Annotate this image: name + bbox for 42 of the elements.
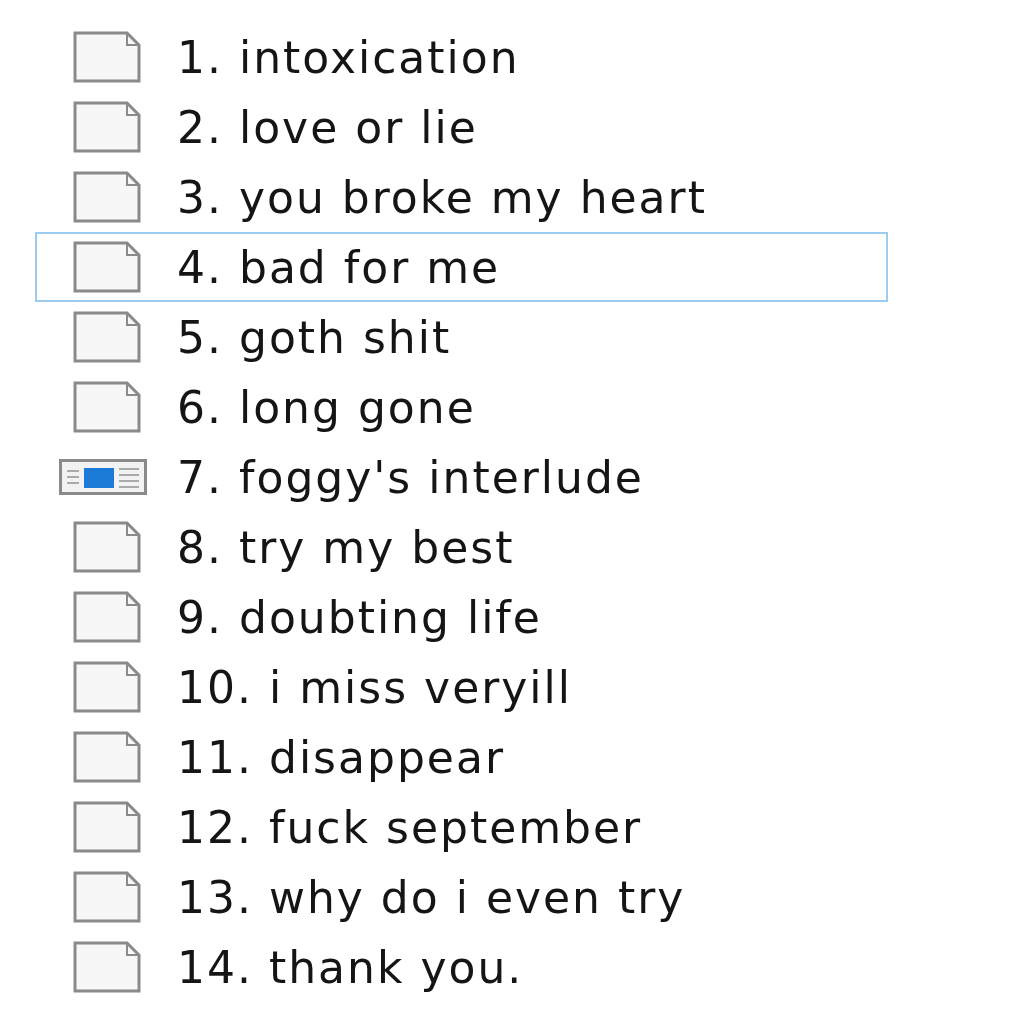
file-row[interactable]: 5. goth shit	[35, 302, 888, 372]
file-name: 3. you broke my heart	[177, 171, 707, 223]
document-icon	[73, 731, 141, 783]
file-row[interactable]: 3. you broke my heart	[35, 162, 888, 232]
file-name: 5. goth shit	[177, 311, 452, 363]
file-name: 6. long gone	[177, 381, 476, 433]
document-icon	[73, 311, 141, 363]
window-icon	[59, 459, 147, 495]
document-icon	[73, 31, 141, 83]
file-name: 1. intoxication	[177, 31, 520, 83]
file-row[interactable]: 4. bad for me	[35, 232, 888, 302]
file-name: 10. i miss veryill	[177, 661, 572, 713]
document-icon	[73, 171, 141, 223]
file-row[interactable]: 12. fuck september	[35, 792, 888, 862]
document-icon	[73, 591, 141, 643]
file-row[interactable]: 10. i miss veryill	[35, 652, 888, 722]
file-row[interactable]: 8. try my best	[35, 512, 888, 582]
file-row[interactable]: 1. intoxication	[35, 22, 888, 92]
document-icon	[73, 241, 141, 293]
document-icon	[73, 801, 141, 853]
file-row[interactable]: 11. disappear	[35, 722, 888, 792]
file-name: 7. foggy's interlude	[177, 451, 644, 503]
file-name: 11. disappear	[177, 731, 505, 783]
file-name: 14. thank you.	[177, 941, 524, 993]
document-icon	[73, 101, 141, 153]
file-row[interactable]: 9. doubting life	[35, 582, 888, 652]
document-icon	[73, 661, 141, 713]
document-icon	[73, 941, 141, 993]
document-icon	[73, 521, 141, 573]
file-row[interactable]: 6. long gone	[35, 372, 888, 442]
file-row[interactable]: 2. love or lie	[35, 92, 888, 162]
file-name: 4. bad for me	[177, 241, 501, 293]
file-name: 9. doubting life	[177, 591, 542, 643]
file-name: 13. why do i even try	[177, 871, 686, 923]
file-name: 12. fuck september	[177, 801, 643, 853]
file-name: 8. try my best	[177, 521, 515, 573]
file-row[interactable]: 13. why do i even try	[35, 862, 888, 932]
file-row[interactable]: 7. foggy's interlude	[35, 442, 888, 512]
file-name: 2. love or lie	[177, 101, 478, 153]
file-row[interactable]: 14. thank you.	[35, 932, 888, 1002]
document-icon	[73, 871, 141, 923]
document-icon	[73, 381, 141, 433]
